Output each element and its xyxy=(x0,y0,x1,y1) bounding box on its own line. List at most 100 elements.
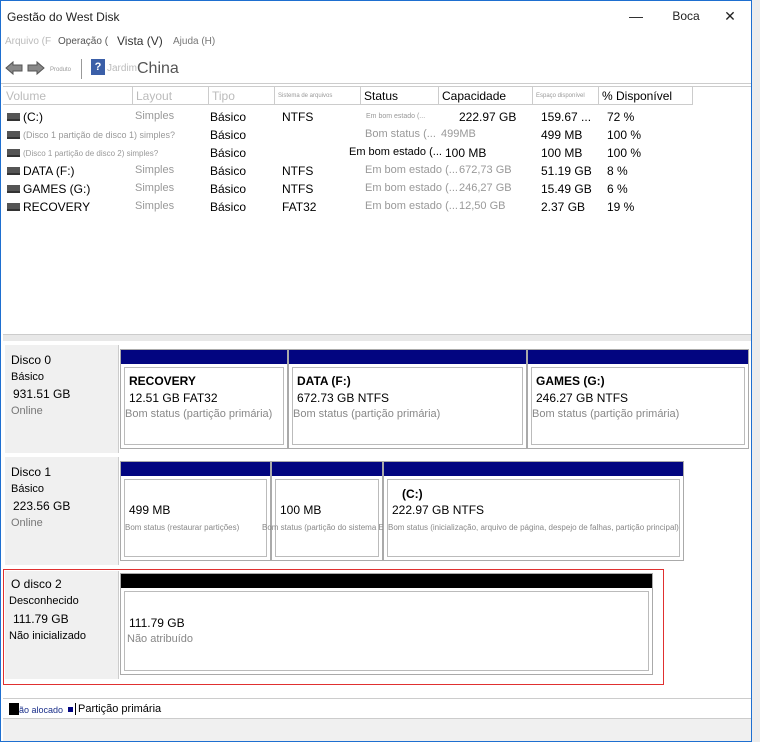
minimize-button[interactable]: — xyxy=(613,1,659,31)
volume-capacity: 12,50 GB xyxy=(459,200,506,212)
help-button[interactable]: Boca xyxy=(663,1,709,31)
disk-name: Disco 1 xyxy=(11,465,52,479)
partition-unallocated[interactable]: 111.79 GB Não atribuído xyxy=(120,573,653,675)
location-label: China xyxy=(137,60,179,77)
drive-icon xyxy=(7,167,20,175)
partition-body: 100 MB Bom status (partição do sistema E… xyxy=(262,479,394,557)
volume-list[interactable]: Volume Layout Tipo Sistema de arquivos S… xyxy=(3,86,751,333)
disk-1-label[interactable]: Disco 1 Básico 223.56 GB Online xyxy=(5,457,119,565)
partition-size: 246.27 GB NTFS xyxy=(536,391,629,405)
partition-bar xyxy=(121,574,652,588)
volume-capacity: 499MB xyxy=(441,128,476,140)
volume-percent: 100 % xyxy=(607,146,642,160)
volume-free: 15.49 GB xyxy=(541,182,592,196)
volume-fs: NTFS xyxy=(282,164,314,178)
partition-recovery-tools[interactable]: 499 MB Bom status (restaurar partições) xyxy=(120,461,271,561)
drive-icon xyxy=(7,131,20,139)
volume-layout: Simples xyxy=(135,164,175,176)
volume-capacity: 100 MB xyxy=(445,146,487,160)
app-window: Gestão do West Disk — Boca ✕ Arquivo (F … xyxy=(0,0,752,742)
column-header-capacity[interactable]: Capacidade xyxy=(439,87,533,105)
volume-type: Básico xyxy=(210,200,247,214)
column-header-filesystem[interactable]: Sistema de arquivos xyxy=(275,87,361,105)
volume-row[interactable]: DATA (F:) Simples Básico NTFS Em bom est… xyxy=(3,162,751,180)
volume-free: 159.67 ... xyxy=(541,110,592,124)
volume-row[interactable]: (Disco 1 partição de disco 2) simples? B… xyxy=(3,144,751,162)
volume-status: Em bom estado (... xyxy=(365,200,458,212)
drive-icon xyxy=(7,149,20,157)
close-icon: ✕ xyxy=(724,8,736,24)
volume-row[interactable]: (Disco 1 partição de disco 1) simples? B… xyxy=(3,126,751,144)
disk-type: Básico xyxy=(11,483,45,495)
partition-title: (C:) xyxy=(402,487,423,501)
partition-status: Bom status (partição primária) xyxy=(125,408,273,420)
volume-type: Básico xyxy=(210,110,247,124)
volume-row[interactable]: (C:) Simples Básico NTFS Em bom estado (… xyxy=(3,108,751,126)
volume-name: GAMES (G:) xyxy=(23,182,91,196)
volume-free: 100 MB xyxy=(541,146,583,160)
volume-status: Em bom estado (... xyxy=(366,113,426,120)
menu-view[interactable]: Vista (V) xyxy=(117,34,163,48)
partition-c[interactable]: (C:) 222.97 GB NTFS Bom status (iniciali… xyxy=(383,461,684,561)
menu-file[interactable]: Arquivo (F xyxy=(5,36,51,47)
disk-size: 223.56 GB xyxy=(13,499,71,513)
volume-free: 499 MB xyxy=(541,128,583,142)
partition-data[interactable]: DATA (F:) 672.73 GB NTFS Bom status (par… xyxy=(288,349,527,449)
help-book-icon[interactable]: ? xyxy=(91,59,105,75)
volume-name: RECOVERY xyxy=(23,200,91,214)
menu-operation[interactable]: Operação ( xyxy=(58,36,108,47)
volume-row[interactable]: RECOVERY Simples Básico FAT32 Em bom est… xyxy=(3,198,751,216)
partition-title: DATA (F:) xyxy=(297,374,351,388)
partition-title: RECOVERY xyxy=(129,374,196,388)
partition-games[interactable]: GAMES (G:) 246.27 GB NTFS Bom status (pa… xyxy=(527,349,749,449)
disk-state: Online xyxy=(11,517,43,529)
volume-name: (C:) xyxy=(23,110,43,124)
toolbar-faint-label: Jardim xyxy=(107,63,138,74)
volume-capacity: 672,73 GB xyxy=(459,164,512,176)
disk-0-label[interactable]: Disco 0 Básico 931.51 GB Online xyxy=(5,345,119,453)
disk-state: Não inicializado xyxy=(9,630,87,642)
partition-bar xyxy=(289,350,526,364)
partition-size: 499 MB xyxy=(129,503,171,517)
menu-help[interactable]: Ajuda (H) xyxy=(173,36,215,47)
partition-efi[interactable]: 100 MB Bom status (partição do sistema E… xyxy=(262,461,394,561)
drive-icon xyxy=(7,113,20,121)
partition-status: Bom status (partição do sistema EFI) xyxy=(262,523,394,532)
disk-2-label[interactable]: O disco 2 Desconhecido 111.79 GB Não ini… xyxy=(5,571,119,679)
title-bar: Gestão do West Disk — Boca ✕ xyxy=(1,1,751,31)
back-arrow-icon xyxy=(5,60,23,76)
disk-name: Disco 0 xyxy=(11,353,52,367)
back-button[interactable] xyxy=(5,60,23,76)
column-header-free-space[interactable]: Espaço disponível xyxy=(533,87,599,105)
partition-recovery[interactable]: RECOVERY 12.51 GB FAT32 Bom status (part… xyxy=(120,349,288,449)
close-button[interactable]: ✕ xyxy=(707,1,753,31)
disk-state: Online xyxy=(11,405,43,417)
partition-bar xyxy=(121,350,287,364)
minimize-icon: — xyxy=(629,8,643,24)
partition-bar xyxy=(272,462,382,476)
drive-icon xyxy=(7,185,20,193)
volume-percent: 6 % xyxy=(607,182,628,196)
column-header-status[interactable]: Status xyxy=(361,87,439,105)
volume-fs: NTFS xyxy=(282,182,314,196)
partition-size: 12.51 GB FAT32 xyxy=(129,391,218,405)
outer-scrollbar[interactable] xyxy=(752,0,760,742)
column-header-type[interactable]: Tipo xyxy=(209,87,275,105)
partition-body: 111.79 GB Não atribuído xyxy=(124,591,649,671)
partition-status: Não atribuído xyxy=(127,633,194,645)
volume-percent: 100 % xyxy=(607,128,642,142)
volume-percent: 8 % xyxy=(607,164,628,178)
volume-capacity: 246,27 GB xyxy=(459,182,512,194)
partition-status: Bom status (partição primária) xyxy=(532,408,680,420)
partition-size: 111.79 GB xyxy=(129,616,185,630)
partition-status: Bom status (restaurar partições) xyxy=(125,523,240,532)
volume-row[interactable]: GAMES (G:) Simples Básico NTFS Em bom es… xyxy=(3,180,751,198)
disk-size: 111.79 GB xyxy=(13,612,69,626)
forward-button[interactable] xyxy=(27,60,45,76)
partition-body: DATA (F:) 672.73 GB NTFS Bom status (par… xyxy=(292,367,523,445)
column-header-percent-free[interactable]: % Disponível xyxy=(599,87,693,105)
menu-bar: Arquivo (F Operação ( Vista (V) Ajuda (H… xyxy=(1,31,751,53)
column-header-volume[interactable]: Volume xyxy=(3,87,133,105)
column-header-layout[interactable]: Layout xyxy=(133,87,209,105)
volume-type: Básico xyxy=(210,164,247,178)
